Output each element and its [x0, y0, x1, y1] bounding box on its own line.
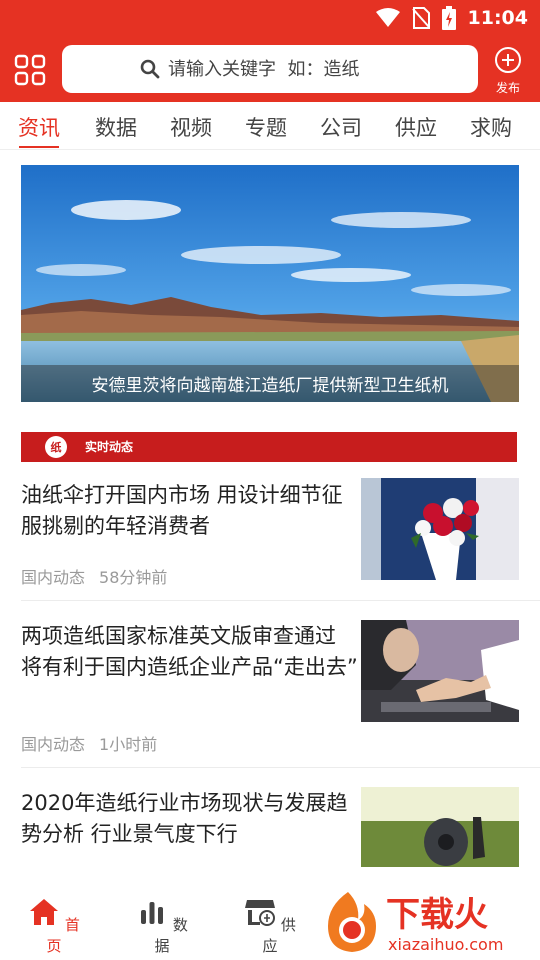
- search-icon: [140, 59, 160, 79]
- tab-purchase[interactable]: 求购: [470, 112, 512, 142]
- store-icon: [245, 900, 276, 926]
- search-box[interactable]: [62, 45, 478, 93]
- bar-chart-icon: [141, 902, 164, 924]
- status-icons: 11:04: [375, 6, 528, 30]
- banner-caption: 安德里茨将向越南雄江造纸厂提供新型卫生纸机: [21, 365, 519, 402]
- tab-news[interactable]: 资讯: [18, 112, 60, 142]
- paper-logo-icon: 纸: [45, 436, 67, 458]
- category-grid-icon[interactable]: [14, 54, 46, 86]
- watermark-url: xiazaihuo.com: [388, 935, 503, 954]
- news-title: 2020年造纸行业市场现状与发展趋势分析 行业景气度下行: [21, 791, 348, 846]
- news-item[interactable]: 2020年造纸行业市场现状与发展趋势分析 行业景气度下行: [0, 786, 540, 882]
- plus-circle-icon: [495, 47, 521, 73]
- tab-data[interactable]: 数据: [95, 112, 137, 142]
- paper-roll-thumbnail: [361, 787, 519, 867]
- news-title: 两项造纸国家标准英文版审查通过 将有利于国内造纸企业产品“走出去”: [21, 624, 358, 679]
- watermark-brand: 下载火: [386, 895, 488, 935]
- banner-carousel[interactable]: 安德里茨将向越南雄江造纸厂提供新型卫生纸机: [21, 165, 519, 402]
- news-category: 国内动态: [21, 735, 86, 754]
- search-input[interactable]: [168, 58, 400, 80]
- publish-label: 发布: [495, 81, 520, 95]
- nav-home[interactable]: 首页: [24, 896, 84, 956]
- tab-video[interactable]: 视频: [170, 112, 212, 142]
- news-title: 油纸伞打开国内市场 用设计细节征服挑剔的年轻消费者: [21, 483, 343, 538]
- nav-data[interactable]: 数据: [132, 896, 192, 956]
- tab-company[interactable]: 公司: [320, 112, 362, 142]
- section-title: 实时动态: [85, 440, 134, 454]
- tab-supply[interactable]: 供应: [395, 112, 437, 142]
- status-time: 11:04: [467, 7, 528, 29]
- status-bar: 11:04: [0, 0, 540, 38]
- xiazaihuo-watermark-logo: 下载火 xiazaihuo.com: [328, 892, 503, 954]
- section-header: 纸 实时动态: [21, 432, 517, 462]
- handshake-thumbnail: [361, 620, 519, 722]
- divider: [21, 767, 540, 768]
- divider: [21, 600, 540, 601]
- battery-charging-icon: [441, 6, 456, 30]
- no-sim-icon: [411, 7, 430, 29]
- app-screen: 11:04 发布 资讯 数据 视频 专题 公司 供应 求购: [0, 0, 540, 960]
- bouquet-thumbnail: [361, 478, 519, 580]
- active-tab-indicator: [19, 146, 59, 148]
- category-tabs: 资讯 数据 视频 专题 公司 供应 求购: [0, 102, 540, 150]
- news-meta: 国内动态 58分钟前: [21, 564, 167, 588]
- news-time: 1小时前: [99, 735, 158, 754]
- news-meta: 国内动态 1小时前: [21, 731, 157, 755]
- news-category: 国内动态: [21, 568, 86, 587]
- publish-button[interactable]: 发布: [492, 46, 524, 96]
- nav-supply[interactable]: 供应: [240, 896, 300, 956]
- home-icon: [30, 899, 59, 925]
- top-header: 发布: [0, 38, 540, 102]
- news-time: 58分钟前: [99, 568, 168, 587]
- tab-topics[interactable]: 专题: [245, 112, 287, 142]
- wifi-icon: [375, 8, 400, 27]
- news-item[interactable]: 两项造纸国家标准英文版审查通过 将有利于国内造纸企业产品“走出去” 国内动态 1…: [0, 619, 540, 759]
- news-item[interactable]: 油纸伞打开国内市场 用设计细节征服挑剔的年轻消费者 国内动态 58分钟前: [0, 478, 540, 598]
